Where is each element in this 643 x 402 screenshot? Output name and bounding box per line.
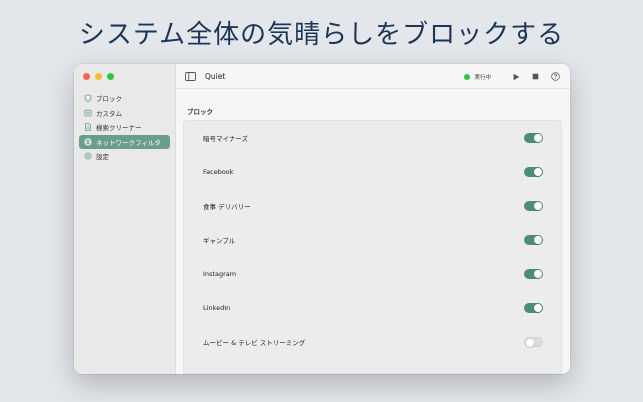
globe-icon <box>83 137 92 146</box>
sidebar-item-network-filter[interactable]: ネットワークフィルタ <box>79 134 170 149</box>
main-pane: Quiet 実行中 ブロック 暗号マイナーズ Facebook 食事 デリバリー… <box>176 64 570 374</box>
sidebar-item-label: ブロック <box>96 95 122 103</box>
row-label: Instagram <box>203 270 237 278</box>
toggle-switch[interactable] <box>524 303 543 313</box>
status-text: 実行中 <box>474 74 491 81</box>
toggle-switch[interactable] <box>524 167 543 177</box>
toggle-switch[interactable] <box>524 133 543 143</box>
toolbar-controls: 実行中 <box>464 64 560 89</box>
help-icon[interactable] <box>551 72 560 81</box>
row-label: 暗号マイナーズ <box>203 135 249 143</box>
list-item: 暗号マイナーズ <box>184 121 561 155</box>
app-title: Quiet <box>205 71 226 81</box>
play-icon[interactable] <box>511 72 520 81</box>
sidebar-item-block[interactable]: ブロック <box>79 91 170 105</box>
headline: システム全体の気晴らしをブロックする <box>78 20 565 50</box>
stop-icon[interactable] <box>531 72 540 81</box>
minimize-button[interactable] <box>95 73 102 80</box>
row-label: 食事 デリバリー <box>203 203 251 211</box>
sidebar-item-search-cleaner[interactable]: 検索クリーナー <box>79 120 170 134</box>
list-icon <box>83 108 92 117</box>
sidebar-item-label: 検索クリーナー <box>96 124 142 132</box>
status-indicator <box>464 73 471 80</box>
sidebar: ブロック カスタム 検索クリーナー ネットワークフィルタ 設定 <box>74 64 176 374</box>
sidebar-nav: ブロック カスタム 検索クリーナー ネットワークフィルタ 設定 <box>79 91 170 164</box>
list-item: Instagram <box>184 257 561 291</box>
toggle-switch[interactable] <box>524 235 543 245</box>
row-label: ムービー & テレビ ストリーミング <box>203 339 306 347</box>
zoom-button[interactable] <box>107 73 114 80</box>
sidebar-item-label: 設定 <box>96 153 109 161</box>
sidebar-item-custom[interactable]: カスタム <box>79 106 170 120</box>
toggle-switch[interactable] <box>524 269 543 279</box>
sidebar-item-settings[interactable]: 設定 <box>79 149 170 163</box>
toggle-switch[interactable] <box>524 201 543 211</box>
row-label: LinkedIn <box>203 304 231 312</box>
toggle-switch[interactable] <box>524 337 543 347</box>
document-icon <box>83 123 92 132</box>
section-title: ブロック <box>187 108 213 116</box>
sidebar-item-label: ネットワークフィルタ <box>96 138 161 147</box>
row-label: ギャンブル <box>203 237 236 245</box>
list-item: 食事 デリバリー <box>184 189 561 223</box>
gear-icon <box>83 152 92 161</box>
shield-icon <box>83 94 92 103</box>
toolbar: Quiet 実行中 <box>176 64 570 89</box>
close-button[interactable] <box>83 73 90 80</box>
list-item: Facebook <box>184 155 561 189</box>
app-window: ブロック カスタム 検索クリーナー ネットワークフィルタ 設定 Quiet 実行… <box>74 64 570 374</box>
list-item: LinkedIn <box>184 291 561 325</box>
list-item: ムービー & テレビ ストリーミング <box>184 325 561 359</box>
row-label: Facebook <box>203 168 234 176</box>
sidebar-item-label: カスタム <box>96 109 122 118</box>
list-item: ギャンブル <box>184 223 561 257</box>
filter-list: 暗号マイナーズ Facebook 食事 デリバリー ギャンブル Instagra… <box>183 120 562 374</box>
window-controls <box>83 73 114 80</box>
sidebar-toggle-icon[interactable] <box>185 71 196 81</box>
